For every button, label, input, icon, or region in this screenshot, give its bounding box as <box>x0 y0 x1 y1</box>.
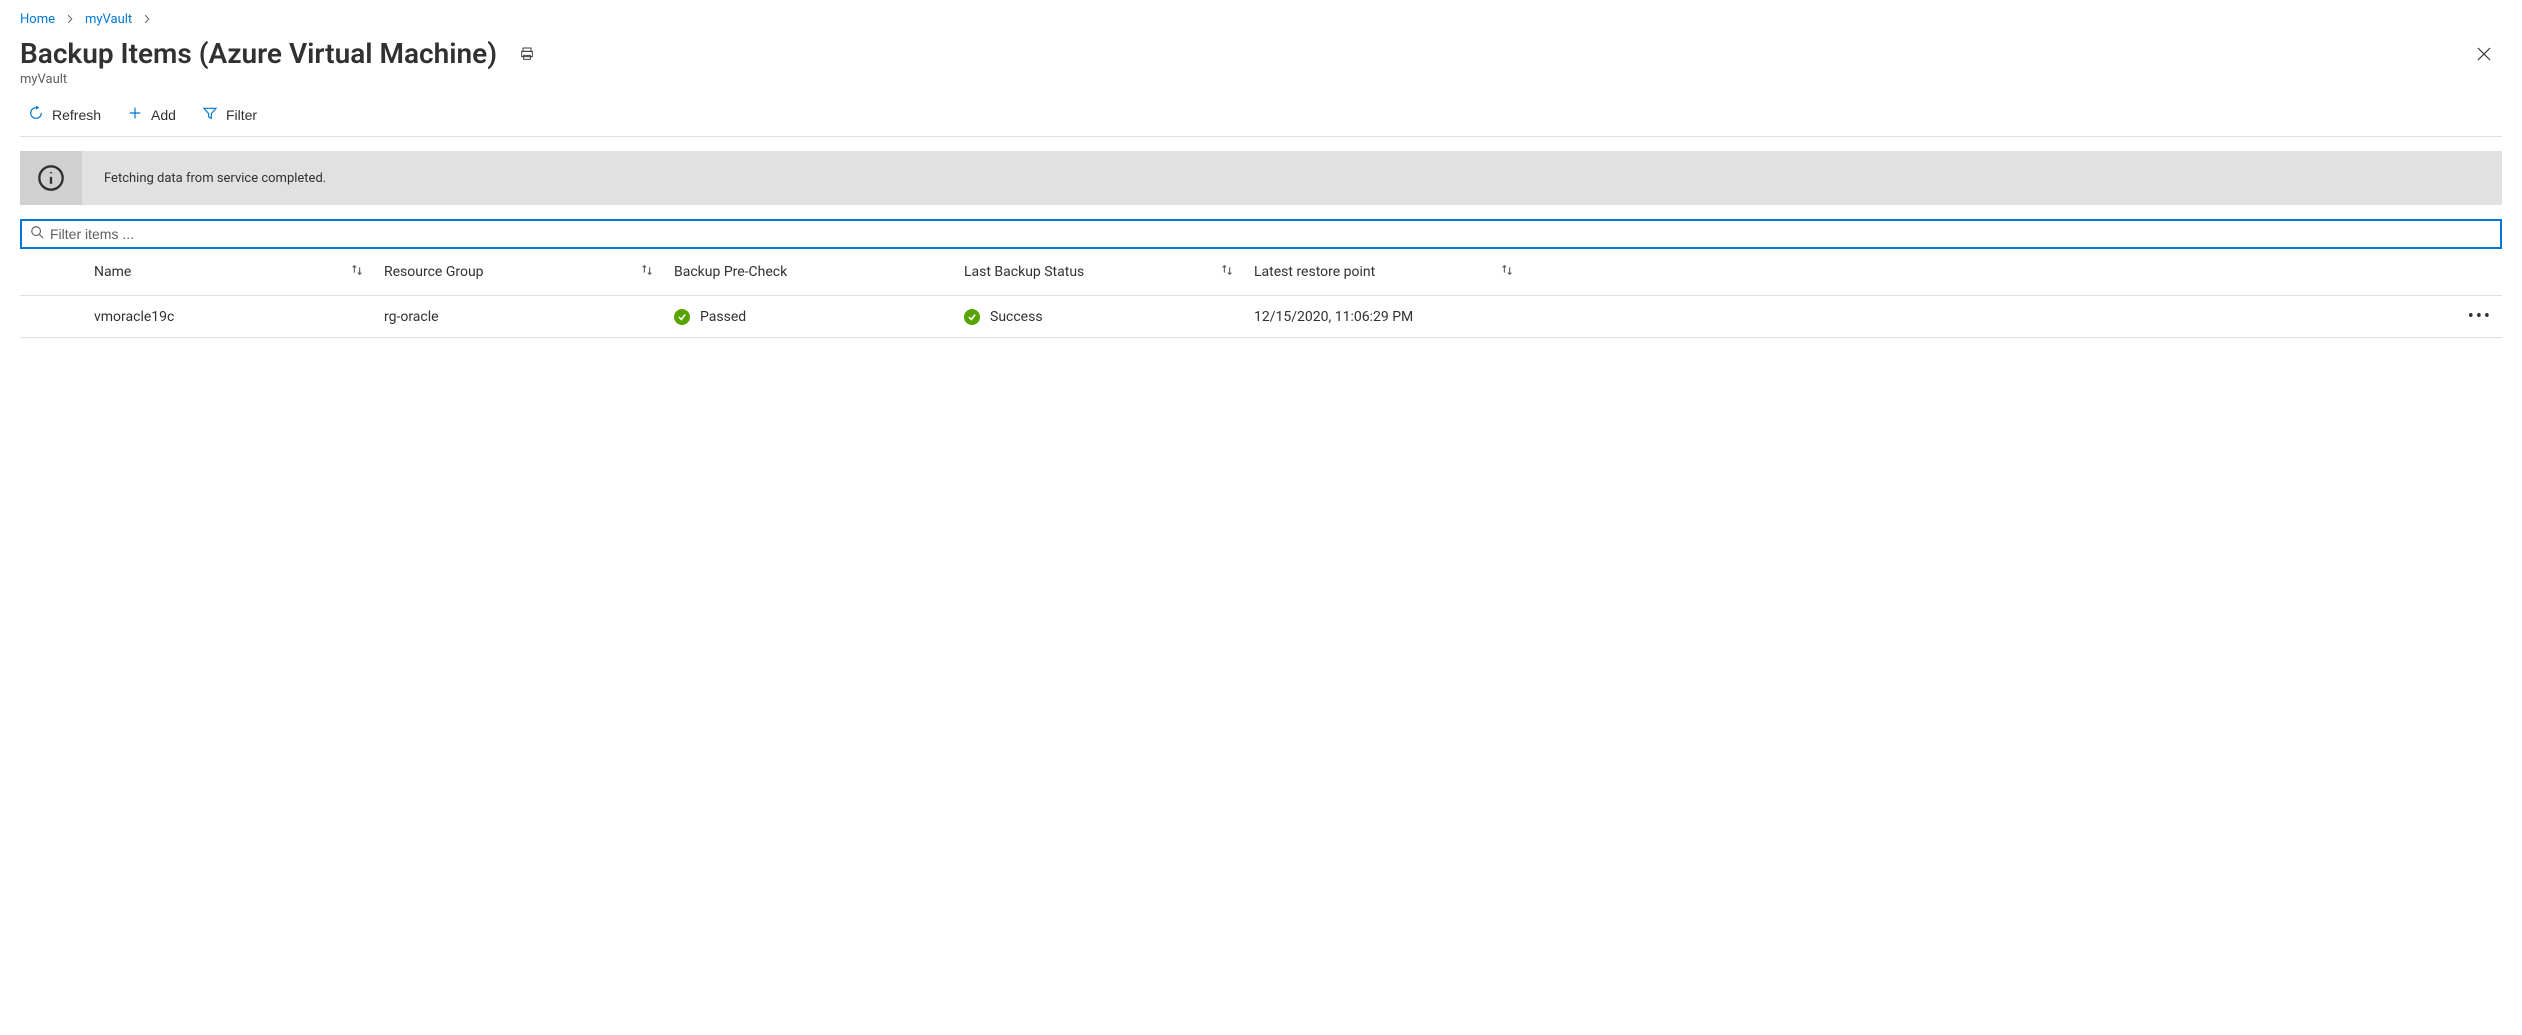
filter-input-wrap[interactable] <box>20 219 2502 249</box>
breadcrumb: Home myVault <box>20 0 2502 35</box>
refresh-button[interactable]: Refresh <box>24 103 105 126</box>
breadcrumb-home[interactable]: Home <box>20 12 55 27</box>
column-precheck-label: Backup Pre-Check <box>674 264 787 280</box>
column-restore-point[interactable]: Latest restore point <box>1254 263 1534 281</box>
add-label: Add <box>151 107 176 123</box>
search-icon <box>30 225 44 243</box>
column-last-label: Last Backup Status <box>964 264 1084 280</box>
refresh-icon <box>28 105 44 124</box>
print-icon[interactable] <box>515 42 539 66</box>
notification-text: Fetching data from service completed. <box>104 171 326 186</box>
toolbar: Refresh Add Filter <box>20 87 2502 137</box>
sort-icon <box>1220 263 1234 281</box>
cell-resource-group: rg-oracle <box>384 309 439 325</box>
cell-name: vmoracle19c <box>94 309 174 325</box>
page-title: Backup Items (Azure Virtual Machine) <box>20 37 497 70</box>
column-last-status[interactable]: Last Backup Status <box>964 263 1254 281</box>
add-button[interactable]: Add <box>123 103 180 126</box>
column-precheck[interactable]: Backup Pre-Check <box>674 264 964 280</box>
sort-icon <box>640 263 654 281</box>
page-subtitle: myVault <box>20 70 2502 87</box>
column-rg-label: Resource Group <box>384 264 484 280</box>
success-icon <box>674 309 690 325</box>
cell-precheck: Passed <box>700 309 746 325</box>
chevron-right-icon <box>65 13 75 27</box>
filter-button[interactable]: Filter <box>198 103 261 126</box>
table-row[interactable]: vmoracle19c rg-oracle Passed Success 12/… <box>20 296 2502 338</box>
more-actions-icon[interactable]: ••• <box>2468 306 2492 327</box>
success-icon <box>964 309 980 325</box>
breadcrumb-vault[interactable]: myVault <box>85 12 132 27</box>
column-restore-label: Latest restore point <box>1254 264 1375 280</box>
table-header: Name Resource Group Backup Pre-Check Las… <box>20 249 2502 296</box>
sort-icon <box>1500 263 1514 281</box>
plus-icon <box>127 105 143 124</box>
column-resource-group[interactable]: Resource Group <box>384 263 674 281</box>
notification-bar: Fetching data from service completed. <box>20 151 2502 205</box>
funnel-icon <box>202 105 218 124</box>
sort-icon <box>350 263 364 281</box>
info-icon <box>20 151 82 205</box>
column-name-label: Name <box>94 264 131 280</box>
filter-input[interactable] <box>44 224 2492 244</box>
chevron-right-icon <box>142 13 152 27</box>
refresh-label: Refresh <box>52 107 101 123</box>
cell-last-status: Success <box>990 309 1043 325</box>
filter-label: Filter <box>226 107 257 123</box>
column-name[interactable]: Name <box>94 263 384 281</box>
cell-restore-point: 12/15/2020, 11:06:29 PM <box>1254 309 1413 325</box>
close-icon[interactable] <box>2472 42 2496 66</box>
